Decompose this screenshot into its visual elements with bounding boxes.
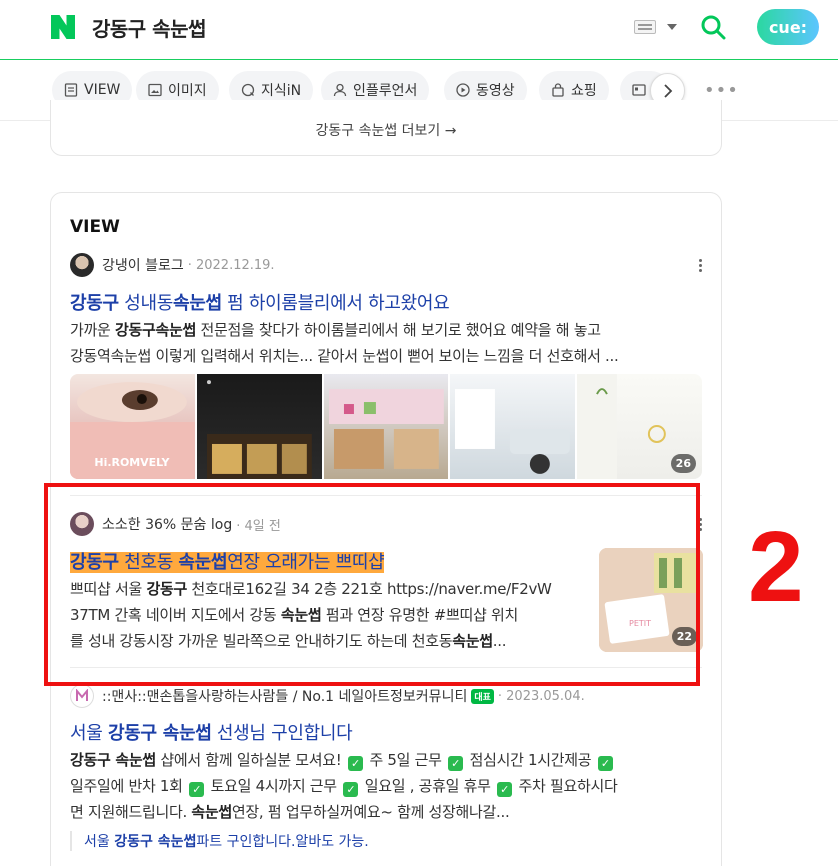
storefront-image xyxy=(206,380,312,479)
image-count-badge: 26 xyxy=(670,454,696,473)
play-icon xyxy=(456,83,470,97)
bag-icon xyxy=(552,83,564,97)
avatar xyxy=(70,253,94,277)
keyword-highlight: 강동구속눈썹 xyxy=(114,321,196,339)
avatar xyxy=(70,684,94,708)
search-query[interactable]: 강동구 속눈썹 xyxy=(92,13,206,42)
search-icon[interactable] xyxy=(700,14,726,40)
thumbnail[interactable] xyxy=(450,374,576,479)
qna-icon xyxy=(241,83,255,97)
post-date: · 2022.12.19. xyxy=(187,257,275,273)
checkbox-emoji-icon: ✓ xyxy=(448,756,464,771)
more-results-card: 강동구 속눈썹 더보기 → xyxy=(50,100,722,156)
source-name: 강냉이 블로그 xyxy=(102,258,184,274)
related-post-link[interactable]: 서울 강동구 속눈썹파트 구인합니다.알바도 가능. xyxy=(70,831,369,851)
svg-text:Hi.ROMVELY: Hi.ROMVELY xyxy=(94,456,170,469)
checkbox-emoji-icon: ✓ xyxy=(189,782,205,797)
checkbox-emoji-icon: ✓ xyxy=(348,756,363,771)
news-icon xyxy=(632,84,646,96)
thumbnail[interactable] xyxy=(323,374,449,479)
post-source[interactable]: 강냉이 블로그 · 2022.12.19. xyxy=(70,253,275,277)
source-name: ::맨사::맨손톱을사랑하는사람들 / No.1 네일아트정보커뮤니티 xyxy=(102,689,468,705)
tab-label: 이미지 xyxy=(168,83,207,99)
keyword-highlight: 강동구 xyxy=(70,293,119,314)
post-source[interactable]: ::맨사::맨손톱을사랑하는사람들 / No.1 네일아트정보커뮤니티 대표 ·… xyxy=(70,684,585,708)
eye-image: Hi.ROMVELY xyxy=(70,382,195,479)
tab-label: 인플루언서 xyxy=(353,83,418,99)
annotation-box xyxy=(44,483,700,686)
tab-label: VIEW xyxy=(84,82,121,98)
naver-logo-icon[interactable] xyxy=(51,15,75,39)
checkbox-emoji-icon: ✓ xyxy=(597,756,613,771)
keyword-highlight: 강동구 속눈썹 xyxy=(114,834,197,850)
keyword-highlight: 강동구 속눈썹 xyxy=(107,723,212,744)
tab-label: 동영상 xyxy=(476,83,515,99)
more-options-icon[interactable]: ••• xyxy=(704,82,739,100)
keyboard-icon[interactable] xyxy=(634,20,656,34)
checkbox-emoji-icon: ✓ xyxy=(343,782,359,797)
tab-label: 쇼핑 xyxy=(571,83,597,99)
more-results-link[interactable]: 강동구 속눈썹 더보기 → xyxy=(51,120,721,140)
person-icon xyxy=(333,83,347,97)
image-gallery[interactable]: Hi.ROMVELY 26 xyxy=(70,374,702,479)
more-menu-icon[interactable] xyxy=(699,259,703,274)
shop-interior-image xyxy=(328,389,444,469)
treatment-room-image xyxy=(455,389,571,474)
checkbox-emoji-icon: ✓ xyxy=(497,782,513,797)
search-header: 강동구 속눈썹 cue: xyxy=(0,0,838,60)
thumbnail[interactable]: 26 xyxy=(577,374,702,479)
post-title[interactable]: 강동구 성내동속눈썹 펌 하이롬블리에서 하고왔어요 xyxy=(70,289,450,315)
cue-button[interactable]: cue: xyxy=(757,9,819,45)
post-description: 가까운 강동구속눈썹 전문점을 찾다가 하이롬블리에서 해 보기로 했어요 예약… xyxy=(70,321,619,365)
post-description: 강동구 속눈썹 샵에서 함께 일하실분 모셔요! ✓ 주 5일 근무 ✓ 점심시… xyxy=(70,751,618,821)
representative-badge: 대표 xyxy=(471,688,494,704)
keyword-highlight: 속눈썹 xyxy=(172,293,222,314)
chevron-down-icon[interactable] xyxy=(667,24,677,30)
post-title[interactable]: 서울 강동구 속눈썹 선생님 구인합니다 xyxy=(70,719,353,745)
keyword-highlight: 속눈썹 xyxy=(191,803,232,821)
section-title: VIEW xyxy=(70,217,120,237)
annotation-number: 2 xyxy=(748,511,804,623)
cafe-logo-icon xyxy=(76,689,88,701)
thumbnail[interactable] xyxy=(196,374,322,479)
thumbnail[interactable]: Hi.ROMVELY xyxy=(70,374,195,479)
keyword-highlight: 강동구 속눈썹 xyxy=(70,751,156,769)
chevron-right-icon xyxy=(663,83,672,98)
tab-label: 지식iN xyxy=(261,83,302,99)
document-icon xyxy=(64,83,78,97)
post-date: · 2023.05.04. xyxy=(497,688,585,704)
image-icon xyxy=(148,83,162,97)
